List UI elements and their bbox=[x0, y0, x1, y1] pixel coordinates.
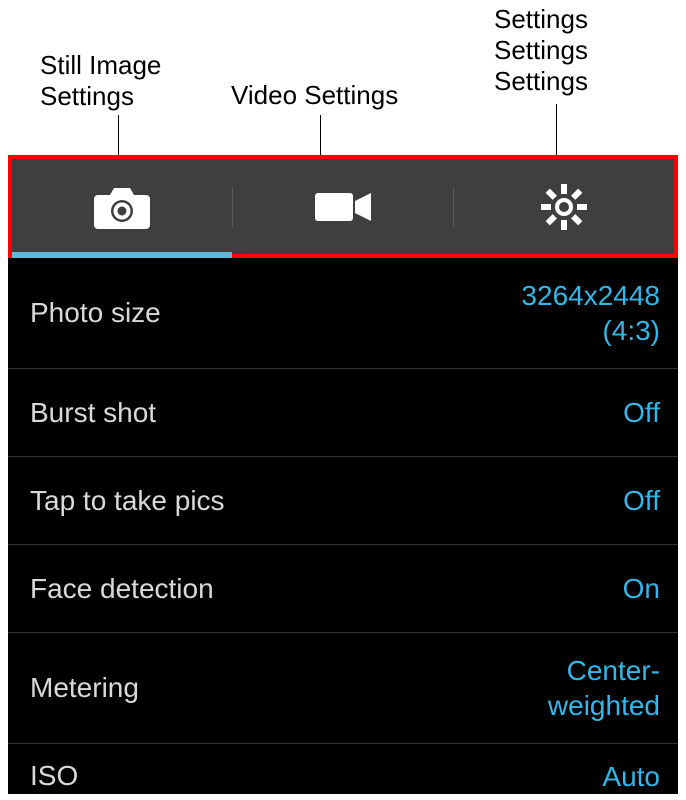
setting-label: Burst shot bbox=[30, 397, 156, 429]
tab-settings[interactable] bbox=[454, 159, 674, 254]
annotation-still-label: Still Image Settings bbox=[40, 50, 161, 112]
setting-label: Photo size bbox=[30, 297, 161, 329]
settings-list: Photo size 3264x2448 (4:3) Burst shot Of… bbox=[8, 258, 678, 794]
annotation-gear-label: Settings Settings Settings bbox=[494, 4, 588, 98]
setting-face-detection[interactable]: Face detection On bbox=[8, 545, 678, 633]
settings-tab-bar bbox=[8, 155, 678, 258]
setting-photo-size[interactable]: Photo size 3264x2448 (4:3) bbox=[8, 258, 678, 369]
annotation-layer: Still Image Settings Video Settings Sett… bbox=[0, 0, 686, 155]
setting-value: Off bbox=[623, 395, 660, 430]
camera-icon bbox=[94, 185, 150, 229]
annotation-line-gear bbox=[556, 104, 557, 155]
setting-label: Metering bbox=[30, 672, 139, 704]
tab-still-image[interactable] bbox=[12, 159, 232, 254]
gear-icon bbox=[541, 184, 587, 230]
setting-tap-to-take-pics[interactable]: Tap to take pics Off bbox=[8, 457, 678, 545]
annotation-video-label: Video Settings bbox=[231, 80, 398, 111]
setting-metering[interactable]: Metering Center- weighted bbox=[8, 633, 678, 744]
setting-iso[interactable]: ISO Auto bbox=[8, 744, 678, 794]
setting-label: ISO bbox=[30, 760, 78, 792]
setting-label: Tap to take pics bbox=[30, 485, 225, 517]
setting-value: Center- weighted bbox=[548, 653, 660, 723]
setting-value: 3264x2448 (4:3) bbox=[521, 278, 660, 348]
setting-value: Off bbox=[623, 483, 660, 518]
video-icon bbox=[315, 189, 371, 225]
setting-label: Face detection bbox=[30, 573, 214, 605]
setting-value: Auto bbox=[602, 759, 660, 794]
annotation-line-video bbox=[320, 115, 321, 155]
annotation-line-still bbox=[118, 115, 119, 155]
setting-burst-shot[interactable]: Burst shot Off bbox=[8, 369, 678, 457]
setting-value: On bbox=[623, 571, 660, 606]
tab-video[interactable] bbox=[233, 159, 453, 254]
